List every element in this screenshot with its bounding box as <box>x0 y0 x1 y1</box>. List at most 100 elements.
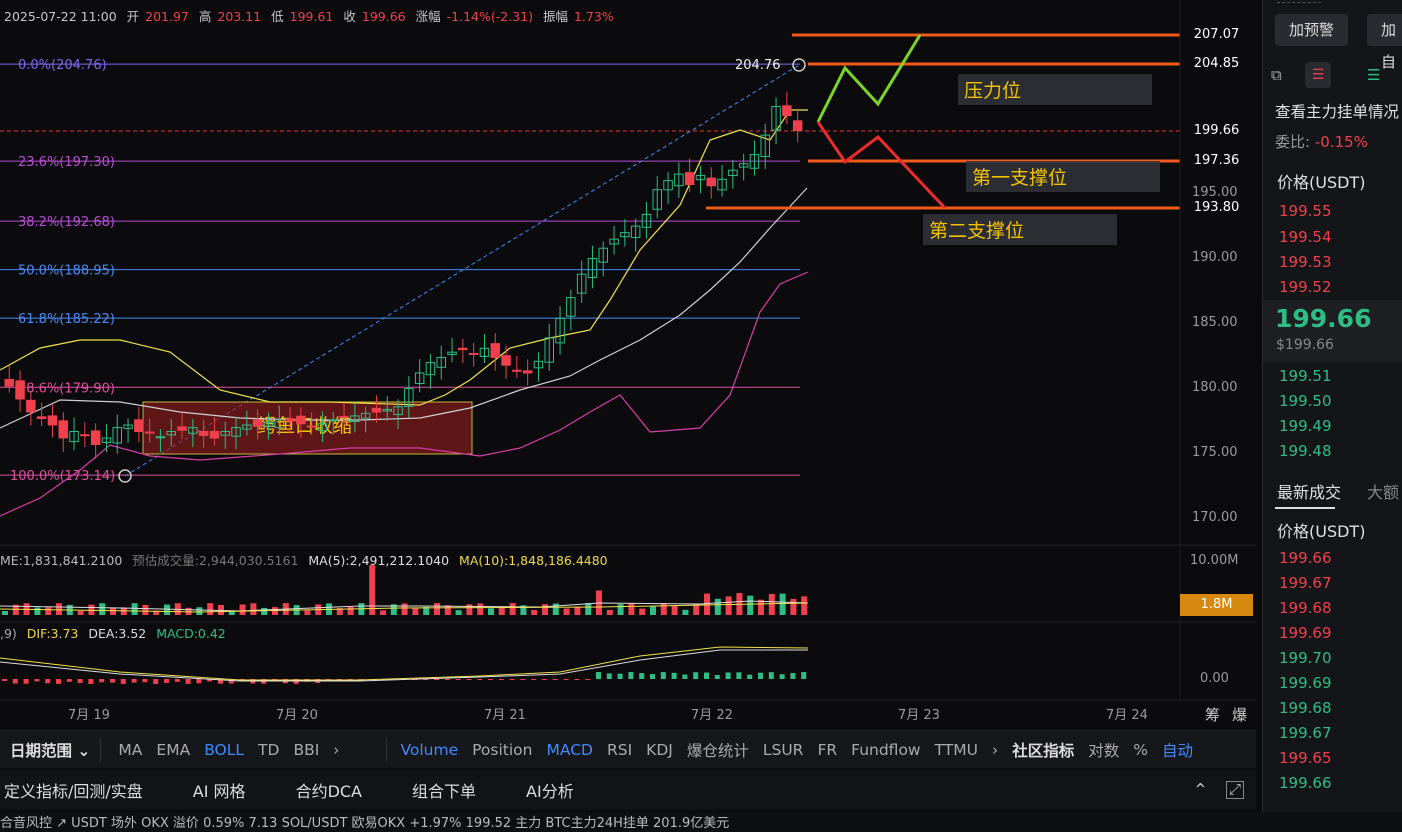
macd-bar <box>12 679 18 684</box>
macd-bar <box>34 679 40 682</box>
sub-indicator-kdj[interactable]: KDJ <box>646 741 673 759</box>
volume-bar <box>412 608 419 615</box>
bids-only-icon[interactable]: ☰ <box>1367 66 1380 84</box>
volume-bar <box>747 595 754 615</box>
volume-bar <box>563 608 570 615</box>
indicator-ma[interactable]: MA <box>118 741 142 759</box>
x-axis-label: 7月 20 <box>276 708 318 723</box>
volume-bar <box>455 610 462 615</box>
chevron-right-icon[interactable]: › <box>992 741 998 759</box>
indicator-td[interactable]: TD <box>258 741 279 759</box>
support2-label: 第二支撑位 <box>923 214 1117 245</box>
ohlc-datetime: 2025-07-22 11:00 <box>4 9 117 24</box>
macd-bar <box>574 679 580 680</box>
chip-button[interactable]: 筹 <box>1205 704 1220 725</box>
chevron-up-icon[interactable]: ⌃ <box>1193 780 1208 801</box>
chevron-right-icon[interactable]: › <box>333 741 339 759</box>
ticker-text: 合音风控 ↗ USDT 场外 OKX 溢价 0.59% 7.13 SOL/USD… <box>0 816 730 831</box>
candle <box>252 419 263 427</box>
y-axis-label: 170.00 <box>1192 510 1238 525</box>
date-range-dropdown[interactable]: 日期范围 ⌄ <box>10 739 90 761</box>
volume-bar <box>250 603 257 615</box>
candle <box>522 370 533 374</box>
ask-price[interactable]: 199.53 <box>1279 253 1332 271</box>
volume-bar <box>509 603 516 615</box>
ai-analysis-button[interactable]: AI分析 <box>526 778 574 802</box>
vol-value: ME:1,831,841.2100 <box>0 553 123 568</box>
kline-chart[interactable]: 0.0%(204.76) 23.6%(197.30) 38.2%(192.68) 50… <box>0 0 1256 728</box>
macd-bar <box>23 679 29 684</box>
macd-bar <box>131 679 137 683</box>
bid-price[interactable]: 199.48 <box>1279 442 1332 460</box>
add-alert-button[interactable]: 加预警 <box>1275 14 1349 46</box>
chart-canvas[interactable]: 0.0%(204.76) 23.6%(197.30) 38.2%(192.68) 50… <box>0 0 1256 728</box>
open-value: 201.97 <box>145 9 189 24</box>
bid-price[interactable]: 199.50 <box>1279 392 1332 410</box>
trade-price: 199.69 <box>1279 674 1332 692</box>
pressure-label: 压力位 <box>958 74 1152 105</box>
candle <box>792 120 803 131</box>
auto-scale-toggle[interactable]: 自动 <box>1162 739 1193 761</box>
high-value: 203.11 <box>217 9 262 24</box>
macd-bar <box>164 679 169 683</box>
candle <box>90 430 101 446</box>
expand-icon[interactable]: ⤢ <box>1226 781 1244 799</box>
tab-large-trades[interactable]: 大额 <box>1367 479 1399 503</box>
volume-bar <box>639 608 646 615</box>
order-book-title[interactable]: 查看主力挂单情况 <box>1275 100 1399 122</box>
candle <box>468 352 479 355</box>
price-tag-204: 204.85 <box>1193 56 1240 71</box>
asks-only-icon[interactable]: ☰ <box>1305 62 1331 88</box>
bearish-path <box>816 121 947 210</box>
volume-bar <box>531 610 538 615</box>
volume-bar <box>542 604 548 615</box>
sub-indicator-macd[interactable]: MACD <box>547 741 593 759</box>
candle <box>58 420 68 439</box>
percent-scale-toggle[interactable]: % <box>1133 741 1148 759</box>
indicator-ema[interactable]: EMA <box>156 741 190 759</box>
x-axis-label: 7月 24 <box>1106 708 1148 723</box>
liquidation-button[interactable]: 爆 <box>1232 704 1247 725</box>
volume-bar <box>758 599 764 615</box>
indicator-bbi[interactable]: BBI <box>293 741 319 759</box>
community-indicators-button[interactable]: 社区指标 <box>1012 739 1074 761</box>
bid-price[interactable]: 199.49 <box>1279 417 1332 435</box>
macd-bar <box>725 672 731 679</box>
sub-indicator-rsi[interactable]: RSI <box>607 741 632 759</box>
last-price: 199.66 <box>1275 304 1372 333</box>
sub-indicator-liquidation[interactable]: 爆仓统计 <box>687 739 749 761</box>
peak-label: 204.76 <box>735 58 781 73</box>
ask-price[interactable]: 199.55 <box>1279 202 1332 220</box>
tab-latest-trades[interactable]: 最新成交 <box>1277 479 1341 503</box>
sub-indicator-volume[interactable]: Volume <box>400 741 458 759</box>
order-book-toggle-icon[interactable]: ⧉ <box>1271 66 1282 84</box>
sub-indicator-lsur[interactable]: LSUR <box>763 741 804 759</box>
change-label: 涨幅 <box>415 9 441 24</box>
active-tab-indicator <box>1275 507 1335 509</box>
volume-bar <box>650 606 656 615</box>
sub-indicator-fundflow[interactable]: Fundflow <box>851 741 920 759</box>
candle <box>47 415 58 426</box>
candle <box>512 369 522 372</box>
y-axis-label: 190.00 <box>1192 250 1238 265</box>
sub-indicator-ttmu[interactable]: TTMU <box>935 741 978 759</box>
ask-price[interactable]: 199.54 <box>1279 228 1332 246</box>
sub-indicator-position[interactable]: Position <box>472 741 532 759</box>
volume-bar <box>45 607 52 615</box>
add-custom-button[interactable]: 加自 <box>1367 14 1402 71</box>
bid-price[interactable]: 199.51 <box>1279 367 1332 385</box>
volume-bar <box>401 603 408 615</box>
log-scale-toggle[interactable]: 对数 <box>1088 739 1119 761</box>
candle <box>684 172 695 186</box>
combo-order-button[interactable]: 组合下单 <box>412 778 476 802</box>
custom-indicator-button[interactable]: 定义指标/回测/实盘 <box>4 778 143 802</box>
ask-price[interactable]: 199.52 <box>1279 278 1332 296</box>
indicator-boll[interactable]: BOLL <box>204 741 244 759</box>
vol-tag: 1.8M <box>1180 594 1253 616</box>
volume-bar <box>704 593 710 615</box>
volume-bar <box>606 609 613 615</box>
y-axis-label: 185.00 <box>1192 315 1238 330</box>
contract-dca-button[interactable]: 合约DCA <box>296 778 362 802</box>
sub-indicator-fr[interactable]: FR <box>817 741 837 759</box>
ai-grid-button[interactable]: AI 网格 <box>193 778 246 802</box>
